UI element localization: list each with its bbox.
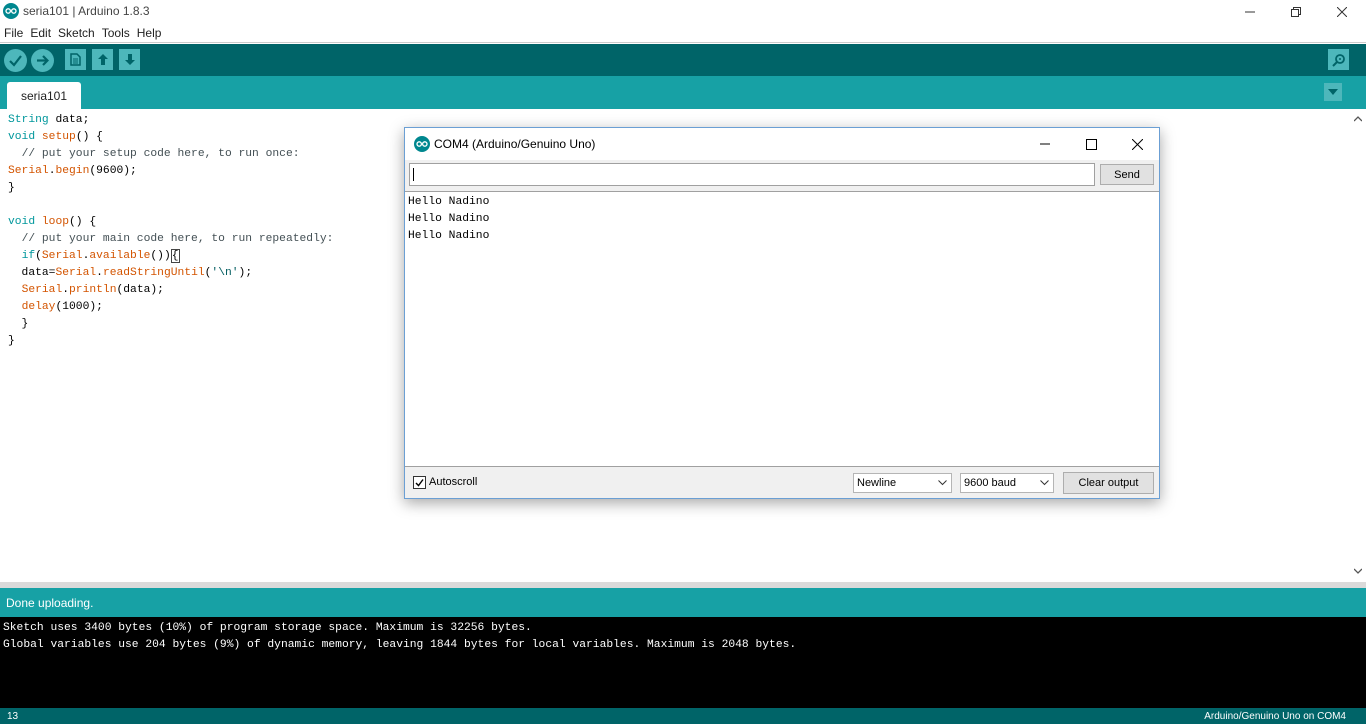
tab-menu-button[interactable] — [1324, 83, 1342, 101]
line-ending-select[interactable]: Newline — [853, 473, 952, 493]
serial-monitor-button[interactable] — [1328, 49, 1349, 70]
serial-output[interactable]: Hello Nadino Hello Nadino Hello Nadino — [405, 191, 1159, 467]
autoscroll-label: Autoscroll — [429, 476, 478, 488]
output-console: Sketch uses 3400 bytes (10%) of program … — [0, 617, 1366, 708]
menu-bar: File Edit Sketch Tools Help — [0, 23, 1366, 43]
sm-close-button[interactable] — [1114, 128, 1160, 160]
save-icon — [124, 54, 135, 65]
text-caret — [413, 168, 414, 181]
upload-button[interactable] — [31, 49, 54, 72]
menu-sketch[interactable]: Sketch — [58, 26, 95, 40]
serial-monitor-window: COM4 (Arduino/Genuino Uno) Send Hello Na… — [404, 127, 1160, 499]
serial-monitor-titlebar: COM4 (Arduino/Genuino Uno) — [405, 128, 1159, 160]
minimize-icon — [1245, 11, 1255, 12]
checkmark-icon — [415, 479, 424, 487]
minimize-button[interactable] — [1227, 0, 1273, 23]
arduino-logo-icon — [414, 136, 430, 152]
menu-tools[interactable]: Tools — [102, 26, 130, 40]
code-line: Serial.println(data); — [21, 284, 164, 296]
chevron-down-icon — [1328, 89, 1338, 95]
status-message: Done uploading. — [6, 596, 94, 610]
menu-help[interactable]: Help — [137, 26, 162, 40]
serial-input-field[interactable] — [409, 163, 1095, 186]
code-line: String data; — [8, 114, 90, 126]
baud-rate-select[interactable]: 9600 baud — [960, 473, 1054, 493]
send-button[interactable]: Send — [1100, 164, 1154, 185]
close-icon — [1337, 6, 1347, 17]
code-line: data=Serial.readStringUntil('\n'); — [8, 267, 253, 279]
status-bar: Done uploading. — [0, 588, 1366, 617]
minimize-icon — [1040, 143, 1050, 145]
window-title: seria101 | Arduino 1.8.3 — [23, 4, 150, 18]
code-line: if(Serial.available()){ — [21, 249, 180, 263]
footer-bar: 13 Arduino/Genuino Uno on COM4 — [0, 708, 1366, 724]
restore-icon — [1291, 6, 1301, 17]
tab-bar: seria101 — [0, 76, 1366, 109]
code-line: void loop() { — [8, 216, 97, 228]
save-button[interactable] — [119, 49, 140, 70]
line-ending-value: Newline — [857, 477, 897, 489]
code-line: delay(1000); — [21, 301, 103, 313]
verify-button[interactable] — [4, 49, 27, 72]
serial-output-line: Hello Nadino — [408, 230, 490, 242]
baud-rate-value: 9600 baud — [964, 477, 1016, 489]
autoscroll-checkbox[interactable] — [413, 476, 426, 489]
line-number: 13 — [7, 711, 19, 722]
code-line: // put your main code here, to run repea… — [21, 233, 334, 245]
serial-output-line: Hello Nadino — [408, 213, 490, 225]
code-line: void setup() { — [8, 131, 103, 143]
menu-file[interactable]: File — [4, 26, 23, 40]
serial-monitor-icon — [1331, 53, 1345, 67]
chevron-down-icon — [1040, 480, 1049, 486]
code-line: } — [8, 318, 29, 330]
editor-scrollbar[interactable] — [1350, 109, 1366, 582]
menu-edit[interactable]: Edit — [30, 26, 51, 40]
console-line: Sketch uses 3400 bytes (10%) of program … — [3, 622, 532, 634]
arduino-logo-icon — [3, 3, 19, 19]
scroll-up-icon[interactable] — [1354, 115, 1362, 123]
board-port: Arduino/Genuino Uno on COM4 — [1204, 711, 1346, 722]
code-line: // put your setup code here, to run once… — [21, 148, 300, 160]
verify-icon — [9, 55, 22, 67]
code-line: Serial.begin(9600); — [8, 165, 137, 177]
toolbar — [0, 44, 1366, 76]
close-button[interactable] — [1319, 0, 1365, 23]
new-sketch-button[interactable] — [65, 49, 86, 70]
scroll-down-icon[interactable] — [1354, 567, 1362, 575]
close-icon — [1131, 138, 1143, 150]
chevron-down-icon — [938, 480, 947, 486]
upload-icon — [37, 55, 49, 66]
code-text[interactable]: String data; void setup() { // put your s… — [8, 112, 333, 350]
code-line: } — [8, 335, 15, 347]
serial-monitor-controls: Autoscroll Newline 9600 baud Clear outpu… — [405, 468, 1159, 498]
console-line: Global variables use 204 bytes (9%) of d… — [3, 639, 797, 651]
sm-minimize-button[interactable] — [1022, 128, 1068, 160]
serial-output-line: Hello Nadino — [408, 196, 490, 208]
open-icon — [97, 54, 108, 65]
window-titlebar: seria101 | Arduino 1.8.3 — [0, 0, 1366, 23]
restore-button[interactable] — [1273, 0, 1319, 23]
maximize-icon — [1085, 138, 1097, 150]
code-line: } — [8, 182, 15, 194]
clear-output-button[interactable]: Clear output — [1063, 472, 1154, 494]
new-file-icon — [70, 53, 81, 66]
open-button[interactable] — [92, 49, 113, 70]
serial-monitor-title: COM4 (Arduino/Genuino Uno) — [434, 137, 596, 151]
tab-seria101[interactable]: seria101 — [7, 82, 81, 109]
sm-maximize-button[interactable] — [1068, 128, 1114, 160]
